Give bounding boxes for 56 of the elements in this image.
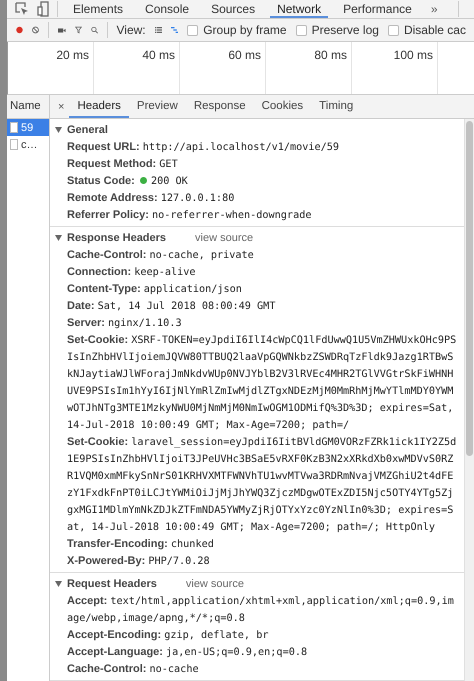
header-line: Connection: keep-alive (66, 265, 197, 280)
expand-triangle-icon[interactable] (55, 235, 62, 241)
time-tick-label: 20 ms (56, 48, 89, 62)
device-toolbar-icon[interactable] (37, 1, 49, 17)
header-line: Content-Type: application/json (66, 282, 243, 297)
header-line: Accept-Language: ja,en-US;q=0.9,en;q=0.8 (66, 645, 308, 660)
header-line: Accept-Encoding: gzip, deflate, br (66, 628, 270, 643)
time-tick-label: 60 ms (228, 48, 261, 62)
panel-tab[interactable]: Sources (204, 0, 262, 18)
expand-triangle-icon[interactable] (55, 127, 62, 133)
header-line: Transfer-Encoding: chunked (66, 537, 215, 552)
option-checkbox[interactable]: Group by frame (187, 23, 287, 37)
detail-tab[interactable]: Headers (69, 95, 129, 118)
video-camera-icon[interactable] (58, 26, 66, 34)
view-source-link[interactable]: view source (186, 578, 244, 590)
time-tick-label: 100 ms (394, 48, 433, 62)
list-view-icon[interactable] (154, 25, 162, 35)
header-line: Referrer Policy: no-referrer-when-downgrade (66, 208, 312, 223)
header-line: Server: nginx/1.10.3 (66, 316, 183, 331)
name-column-header[interactable]: Name (7, 95, 49, 119)
header-line: X-Powered-By: PHP/7.0.28 (66, 554, 211, 569)
view-label: View: (116, 23, 146, 37)
header-line: Date: Sat, 14 Jul 2018 08:00:49 GMT (66, 299, 276, 314)
time-tick-label: 80 ms (314, 48, 347, 62)
header-line: Request Method: GET (66, 157, 179, 172)
waterfall-view-icon[interactable] (170, 25, 178, 35)
header-line: Cache-Control: no-cache (66, 662, 200, 677)
search-icon[interactable] (90, 24, 98, 36)
filter-icon[interactable] (74, 24, 82, 36)
time-tick-label: 40 ms (142, 48, 175, 62)
panel-tab[interactable]: Console (138, 0, 196, 18)
header-line: Remote Address: 127.0.0.1:80 (66, 191, 236, 206)
expand-triangle-icon[interactable] (55, 581, 62, 587)
view-source-link[interactable]: view source (195, 232, 254, 244)
header-line: Status Code: 200 OK (66, 174, 189, 189)
more-tabs-button[interactable]: » (426, 2, 442, 16)
header-line: Request URL: http://api.localhost/v1/movie/59 (66, 140, 340, 155)
detail-tab[interactable]: Timing (311, 95, 362, 118)
scrollbar-thumb[interactable] (466, 121, 473, 456)
panel-tab[interactable]: Performance (336, 0, 419, 18)
detail-tab[interactable]: Preview (128, 95, 186, 118)
section-title[interactable]: General (67, 124, 108, 136)
record-icon[interactable] (16, 24, 23, 36)
clear-icon[interactable] (32, 24, 39, 36)
option-checkbox[interactable]: Preserve log (296, 23, 379, 37)
detail-tab[interactable]: Response (186, 95, 254, 118)
close-button[interactable]: × (53, 100, 70, 112)
panel-tab[interactable]: Elements (66, 0, 130, 18)
option-checkbox[interactable]: Disable cac (388, 23, 466, 37)
section-title[interactable]: Response Headers (67, 232, 166, 244)
header-line: Cache-Control: no-cache, private (66, 248, 255, 263)
request-item[interactable]: 59 (7, 119, 49, 136)
request-item[interactable]: c… (7, 136, 49, 153)
inspect-element-icon[interactable] (15, 2, 29, 16)
detail-tab[interactable]: Cookies (254, 95, 312, 118)
section-title[interactable]: Request Headers (67, 578, 157, 590)
